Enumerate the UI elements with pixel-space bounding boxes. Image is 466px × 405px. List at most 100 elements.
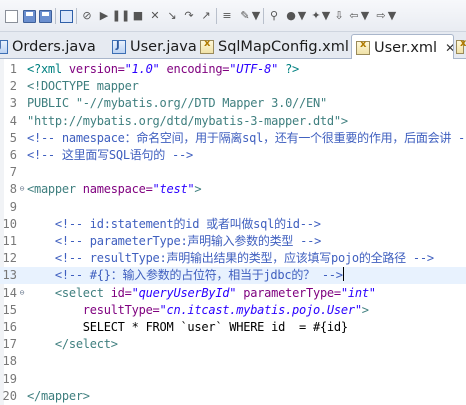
- resume-icon[interactable]: ▶: [97, 8, 111, 24]
- line-number: 12: [2, 251, 17, 266]
- save-all-icon[interactable]: [38, 8, 52, 24]
- tab-label: User.java: [130, 39, 197, 55]
- tab-user-xml[interactable]: User.xml ✕: [351, 34, 454, 60]
- code-line[interactable]: 18: [0, 353, 466, 370]
- code-line[interactable]: 14 ⊖ <select id="queryUserById" parameter…: [0, 285, 466, 302]
- line-number: 5: [9, 130, 17, 145]
- step-over-icon[interactable]: ↷: [182, 8, 196, 24]
- code-text: SELECT * FROM `user` WHERE id = #{id}: [27, 319, 348, 336]
- code-token-attr: version=: [68, 62, 125, 76]
- code-line[interactable]: 13 <!-- #{}：输入参数的占位符，相当于jdbc的？ -->: [0, 267, 466, 285]
- code-text: <!-- namespace：命名空间，用于隔离sql，还有一个很重要的作用，后…: [27, 130, 466, 147]
- step-into-icon[interactable]: ↘: [165, 8, 179, 24]
- code-text: <mapper namespace="test">: [27, 181, 202, 198]
- code-text: <select id="queryUserById" parameterType…: [27, 285, 376, 302]
- run-icon[interactable]: ●: [284, 8, 298, 24]
- back-dropdown-icon[interactable]: ▼: [361, 8, 369, 24]
- code-line[interactable]: 11 <!-- parameterType:声明输入参数的类型 -->: [0, 233, 466, 250]
- code-token-dt: <!DOCTYPE mapper: [27, 79, 139, 94]
- code-token-str: "int": [340, 285, 376, 300]
- code-token-tag: </select>: [54, 337, 118, 352]
- code-token-com: <!-- resultType:声明输出结果的类型，应该填写pojo的全路径 -…: [54, 251, 434, 266]
- code-line[interactable]: 3 PUBLIC "-//mybatis.org//DTD Mapper 3.0/…: [0, 95, 466, 112]
- back-icon[interactable]: ⇦: [347, 8, 361, 24]
- code-line[interactable]: 9: [0, 199, 466, 216]
- code-token-tag: <select: [54, 285, 111, 300]
- code-line[interactable]: 8 ⊖ <mapper namespace="test">: [0, 181, 466, 198]
- code-token-pi: <?xml: [27, 62, 69, 76]
- code-token-tag: >: [361, 302, 369, 317]
- code-token-attr: encoding=: [159, 62, 230, 76]
- tab-overflow[interactable]: [454, 35, 466, 59]
- xml-editor[interactable]: 1 <?xml version="1.0" encoding="UTF-8" ?>…: [0, 59, 466, 405]
- close-icon[interactable]: ✕: [445, 41, 453, 55]
- tab-label: SqlMapConfig.xml: [218, 39, 349, 55]
- code-token-text: SELECT * FROM `user` WHERE id = #{id}: [27, 320, 348, 334]
- save-icon[interactable]: [22, 8, 36, 24]
- line-number: 4: [9, 113, 17, 128]
- line-number: 8: [9, 182, 17, 197]
- step-return-icon[interactable]: ↗: [199, 8, 213, 24]
- code-line[interactable]: 10 <!-- id:statement的id 或者叫做sql的id-->: [0, 216, 466, 233]
- code-line[interactable]: 7: [0, 164, 466, 181]
- tab-orders-java[interactable]: Orders.java: [0, 35, 108, 59]
- forward-icon[interactable]: ⇨: [374, 8, 388, 24]
- text-caret: [342, 267, 344, 282]
- line-number: 2: [9, 79, 17, 94]
- console-icon[interactable]: [59, 8, 73, 24]
- new-icon[interactable]: [4, 8, 18, 24]
- code-token-com: <!-- #{}：输入参数的占位符，相当于jdbc的？ -->: [54, 268, 343, 283]
- code-line[interactable]: 12 <!-- resultType:声明输出结果的类型，应该填写pojo的全路…: [0, 250, 466, 267]
- code-token-com: <!-- namespace：命名空间，用于隔离sql，还有一个很重要的作用，后…: [27, 130, 466, 145]
- fold-toggle-icon[interactable]: ⊖: [18, 288, 26, 298]
- tab-user-java[interactable]: User.java: [106, 35, 202, 59]
- terminate-icon[interactable]: ■: [131, 8, 145, 24]
- skip-breakpoints-icon[interactable]: ⊘: [80, 8, 94, 24]
- code-token-str: "UTF-8": [229, 62, 279, 76]
- annotation-dropdown-icon[interactable]: ▼: [322, 8, 330, 24]
- forward-dropdown-icon[interactable]: ▼: [388, 8, 396, 24]
- code-line[interactable]: 2 <!DOCTYPE mapper: [0, 78, 466, 95]
- next-annotation-icon[interactable]: ⇩: [332, 8, 346, 24]
- tab-label: User.xml: [374, 39, 438, 56]
- tasks-dropdown-icon[interactable]: ▼: [252, 8, 260, 24]
- code-token-tag: >: [194, 182, 202, 197]
- code-token-com: <!-- 这里面写SQL语句的 -->: [27, 148, 193, 162]
- code-line[interactable]: 20 </mapper>: [0, 388, 466, 405]
- code-line[interactable]: 19: [0, 371, 466, 388]
- run-dropdown-icon[interactable]: ▼: [298, 8, 306, 24]
- xml-file-icon: [456, 38, 466, 54]
- suspend-icon[interactable]: ❚❚: [112, 8, 130, 24]
- code-line[interactable]: 4 "http://mybatis.org/dtd/mybatis-3-mappe…: [0, 113, 466, 130]
- code-token-str: "cn.itcast.mybatis.pojo.User": [159, 302, 363, 317]
- tasks-icon[interactable]: ✎: [238, 8, 252, 24]
- code-line[interactable]: 16 SELECT * FROM `user` WHERE id = #{id}: [0, 319, 466, 336]
- code-line[interactable]: 1 <?xml version="1.0" encoding="UTF-8" ?>: [0, 61, 466, 78]
- tab-label: Orders.java: [12, 39, 96, 55]
- search-icon[interactable]: ⚲: [267, 8, 281, 24]
- code-line[interactable]: 5 <!-- namespace：命名空间，用于隔离sql，还有一个很重要的作用，…: [0, 130, 466, 147]
- code-token-attr: id=: [110, 285, 132, 300]
- disconnect-icon[interactable]: ✕: [148, 8, 162, 24]
- line-number: 9: [9, 199, 17, 214]
- line-number: 7: [9, 165, 17, 180]
- code-token-str: "queryUserById": [131, 285, 237, 300]
- line-number: 14: [2, 285, 17, 300]
- code-line[interactable]: 15 resultType="cn.itcast.mybatis.pojo.Us…: [0, 302, 466, 319]
- line-number: 15: [2, 302, 17, 317]
- line-number: 16: [2, 320, 17, 334]
- line-number: 11: [2, 234, 17, 248]
- tab-sqlmapconfig-xml[interactable]: SqlMapConfig.xml: [194, 35, 352, 59]
- fold-toggle-icon[interactable]: ⊖: [18, 184, 26, 194]
- use-step-filters-icon[interactable]: ≡: [220, 8, 234, 24]
- code-text: resultType="cn.itcast.mybatis.pojo.User"…: [27, 302, 369, 319]
- code-token-str: "1.0": [124, 62, 160, 76]
- line-number: 10: [2, 216, 17, 231]
- line-number: 3: [9, 96, 17, 111]
- code-line[interactable]: 17 </select>: [0, 336, 466, 353]
- code-line[interactable]: 6 <!-- 这里面写SQL语句的 -->: [0, 147, 466, 164]
